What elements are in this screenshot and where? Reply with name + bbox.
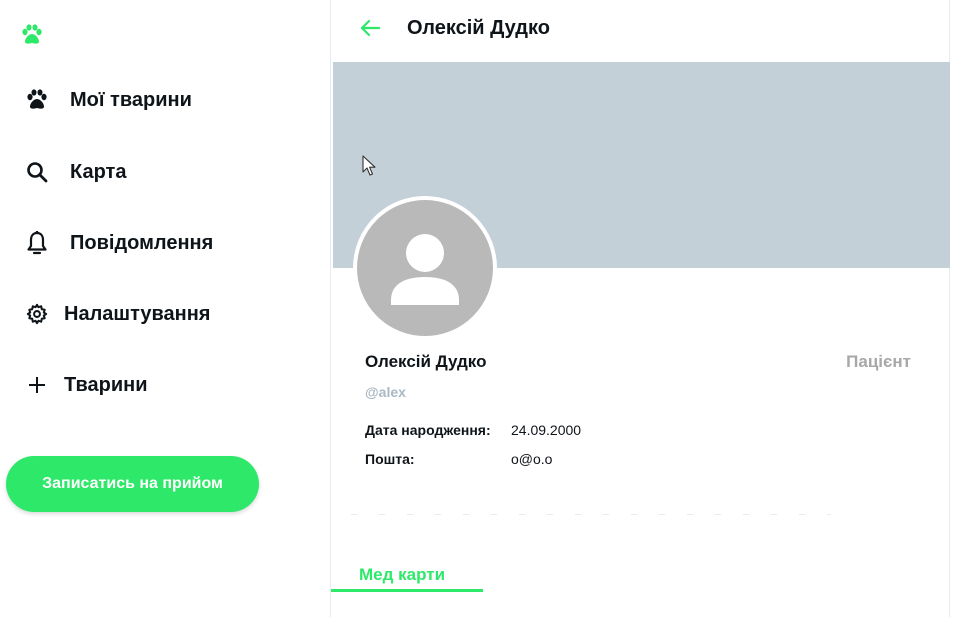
email-label: Пошта: [365,451,415,467]
email-value: o@o.o [511,451,553,467]
sidebar-item-label: Повідомлення [70,231,214,254]
profile-role-badge: Пацієнт [846,352,911,371]
avatar[interactable] [353,196,497,340]
sidebar-item-notifications[interactable]: Повідомлення [24,223,213,263]
sidebar-item-label: Тварини [64,373,148,396]
birthdate-value: 24.09.2000 [511,422,582,438]
sidebar-item-my-pets[interactable]: Мої тварини [24,80,192,120]
bell-icon [24,230,50,256]
tab-medical-records[interactable]: Мед карти [359,565,445,585]
divider [351,514,831,515]
book-appointment-button[interactable]: Записатись на прийом [6,456,259,512]
profile-panel: Олексій Дудко Олексій Дудко Пацієнт @ale… [330,0,950,617]
plus-icon [24,372,50,398]
search-icon [24,159,50,185]
arrow-left-icon[interactable] [359,17,381,39]
sidebar: Мої тварини Карта Повідомлення Налаштува… [0,0,330,617]
sidebar-item-label: Налаштування [64,302,211,325]
profile-header: Олексій Дудко [331,0,950,58]
sidebar-item-label: Мої тварини [70,88,192,111]
sidebar-item-map[interactable]: Карта [24,152,126,192]
profile-name: Олексій Дудко [365,352,487,371]
gear-icon [24,301,50,327]
paw-icon[interactable] [20,24,44,46]
profile-handle: @alex [365,384,406,400]
birthdate-label: Дата народження: [365,422,491,438]
sidebar-item-settings[interactable]: Налаштування [24,294,210,334]
page-title: Олексій Дудко [407,17,550,39]
tab-active-indicator [331,589,483,592]
sidebar-item-label: Карта [70,160,127,183]
paw-icon [24,87,50,113]
sidebar-item-add-pets[interactable]: Тварини [24,365,148,405]
mouse-cursor-icon [362,155,378,177]
